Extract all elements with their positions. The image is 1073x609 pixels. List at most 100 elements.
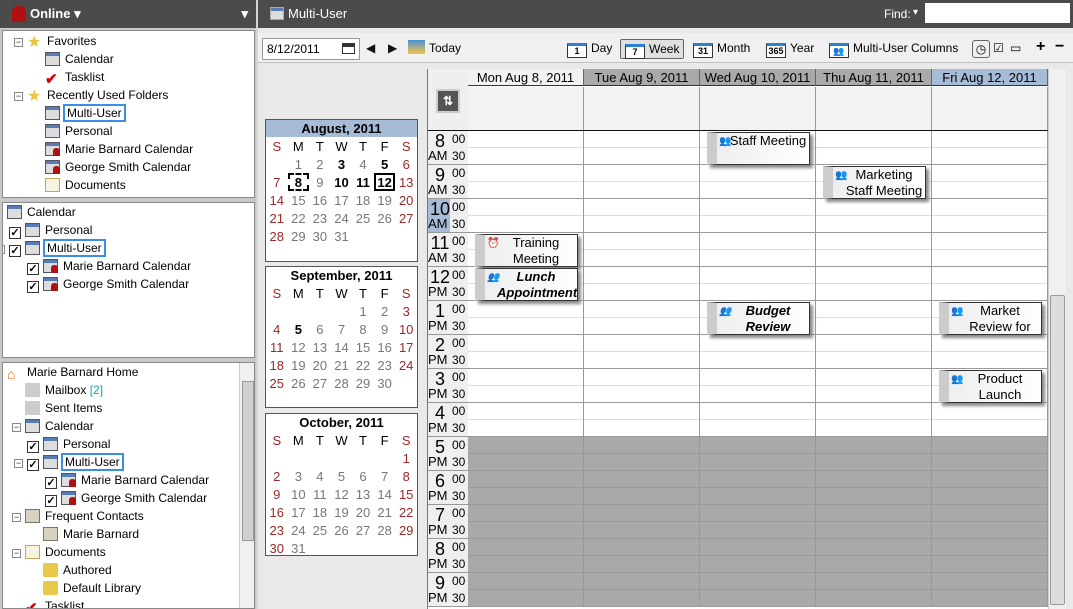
mini-calendar-day[interactable]: 6 [352, 467, 374, 485]
tree-item[interactable]: − Calendar [12, 417, 94, 435]
time-slot[interactable] [468, 437, 584, 471]
tree-item[interactable]: − Frequent Contacts [12, 507, 144, 525]
mini-calendar-day[interactable]: 23 [266, 521, 288, 539]
tree-item[interactable]: ✔ Tasklist [45, 68, 104, 87]
time-slot[interactable] [932, 505, 1048, 539]
tree-item[interactable]: ✓ George Smith Calendar [45, 489, 207, 507]
time-slot[interactable] [932, 335, 1048, 369]
time-slot[interactable] [816, 539, 932, 573]
time-slot[interactable] [700, 403, 816, 437]
time-slot[interactable] [816, 437, 932, 471]
find-label[interactable]: Find: [884, 7, 911, 21]
mini-calendar-day[interactable]: 15 [288, 191, 310, 209]
mini-calendar-day[interactable]: 18 [266, 356, 288, 374]
mini-calendar-day[interactable]: 6 [309, 320, 331, 338]
mini-calendar-day[interactable]: 2 [309, 155, 331, 173]
time-slot[interactable] [584, 403, 700, 437]
mini-calendar-day[interactable]: 13 [309, 338, 331, 356]
today-button[interactable]: Today [404, 39, 465, 59]
checkbox[interactable]: ✓ [27, 441, 39, 453]
mini-calendar-day[interactable]: 2 [266, 467, 288, 485]
mini-calendar-day[interactable]: 21 [266, 209, 288, 227]
time-slot[interactable] [816, 199, 932, 233]
mini-calendar-day[interactable]: 18 [309, 503, 331, 521]
time-slot[interactable] [468, 301, 584, 335]
tree-item[interactable]: − Documents [12, 543, 106, 561]
mini-calendar-day[interactable]: 7 [331, 320, 353, 338]
time-slot[interactable] [700, 471, 816, 505]
time-slot[interactable] [700, 505, 816, 539]
mini-calendar-day[interactable]: 5 [331, 467, 353, 485]
note-icon[interactable]: ▭ [1010, 41, 1021, 55]
mini-calendar-day[interactable]: 24 [288, 521, 310, 539]
tree-item[interactable]: Personal [45, 122, 112, 140]
mini-calendar-day[interactable]: 15 [395, 485, 417, 503]
chevron-down-icon[interactable]: ▾ [241, 6, 248, 22]
scrollbar-thumb[interactable] [1050, 295, 1065, 605]
mini-calendar-day[interactable]: 22 [288, 209, 310, 227]
mini-calendar-day[interactable]: 10 [288, 485, 310, 503]
mini-calendar-day[interactable]: 14 [331, 338, 353, 356]
mini-calendar-day[interactable]: 24 [395, 356, 417, 374]
time-slot[interactable] [584, 505, 700, 539]
mini-calendar-day[interactable]: 1 [352, 302, 374, 320]
tree-item[interactable]: ✓ Personal [9, 221, 92, 239]
time-slot[interactable] [468, 539, 584, 573]
mini-calendar-day[interactable]: 20 [309, 356, 331, 374]
mini-calendar-day[interactable]: 3 [395, 302, 417, 320]
time-slot[interactable] [932, 165, 1048, 199]
time-slot[interactable] [468, 199, 584, 233]
mini-calendar-day[interactable]: 11 [309, 485, 331, 503]
mini-calendar-day[interactable]: 8 [287, 173, 310, 191]
time-slot[interactable] [584, 199, 700, 233]
date-picker-icon[interactable] [342, 43, 355, 54]
task-icon[interactable]: ☑ [993, 41, 1004, 55]
time-slot[interactable] [584, 471, 700, 505]
tree-item[interactable]: − ★ Favorites [14, 32, 96, 51]
time-slot[interactable] [468, 165, 584, 199]
time-slot[interactable] [584, 539, 700, 573]
mini-calendar-day[interactable]: 15 [352, 338, 374, 356]
mini-calendar-day[interactable]: 26 [288, 374, 310, 392]
mini-calendar-day[interactable]: 4 [309, 467, 331, 485]
all-day-cell[interactable] [700, 87, 816, 130]
mini-calendar-day[interactable]: 27 [309, 374, 331, 392]
mini-calendar-day[interactable]: 16 [266, 503, 288, 521]
mini-calendar-day[interactable]: 30 [374, 374, 396, 392]
tree-item[interactable]: Default Library [43, 579, 141, 597]
mini-calendar-day[interactable]: 27 [395, 209, 417, 227]
mini-calendar-day[interactable]: 30 [266, 539, 288, 557]
event[interactable]: 👥 Product Launch [939, 370, 1042, 403]
mini-calendar-day[interactable]: 9 [309, 173, 331, 191]
next-button[interactable]: ▶ [388, 41, 397, 55]
mini-calendar-day[interactable]: 27 [352, 521, 374, 539]
scrollbar[interactable] [239, 363, 254, 608]
tree-item[interactable]: − ★ Recently Used Folders [14, 86, 168, 105]
mini-calendar-day[interactable]: 13 [395, 173, 417, 191]
checkbox[interactable]: ✓ [27, 459, 39, 471]
all-day-cell[interactable] [932, 87, 1048, 130]
mini-calendar-day[interactable]: 20 [352, 503, 374, 521]
mini-calendar-day[interactable]: 19 [331, 503, 353, 521]
tree-item[interactable]: Documents [45, 176, 126, 194]
view-day-button[interactable]: 1 Day [563, 39, 616, 59]
time-slot[interactable] [468, 403, 584, 437]
day-header[interactable]: Fri Aug 12, 2011 [932, 69, 1048, 86]
time-slot[interactable] [700, 165, 816, 199]
tree-item[interactable]: Marie Barnard [43, 525, 139, 543]
mini-calendar-day[interactable]: 23 [374, 356, 396, 374]
event[interactable]: 👥 Staff Meeting [707, 132, 810, 165]
event[interactable]: 👥 Lunch Appointment [475, 268, 578, 301]
checkbox[interactable]: ✓ [9, 245, 21, 257]
mini-calendar-day[interactable]: 9 [266, 485, 288, 503]
tree-item[interactable]: Mailbox [2] [25, 381, 103, 399]
mini-calendar-day[interactable]: 25 [266, 374, 288, 392]
time-slot[interactable] [700, 437, 816, 471]
view-month-button[interactable]: 31 Month [689, 39, 754, 59]
time-slot[interactable] [700, 199, 816, 233]
collapse-toggle[interactable]: − [12, 513, 21, 522]
time-slot[interactable] [816, 301, 932, 335]
tree-item[interactable]: ✓ Personal [27, 435, 110, 453]
mini-calendar-day[interactable]: 22 [395, 503, 417, 521]
mini-calendar-day[interactable]: 31 [331, 227, 353, 245]
